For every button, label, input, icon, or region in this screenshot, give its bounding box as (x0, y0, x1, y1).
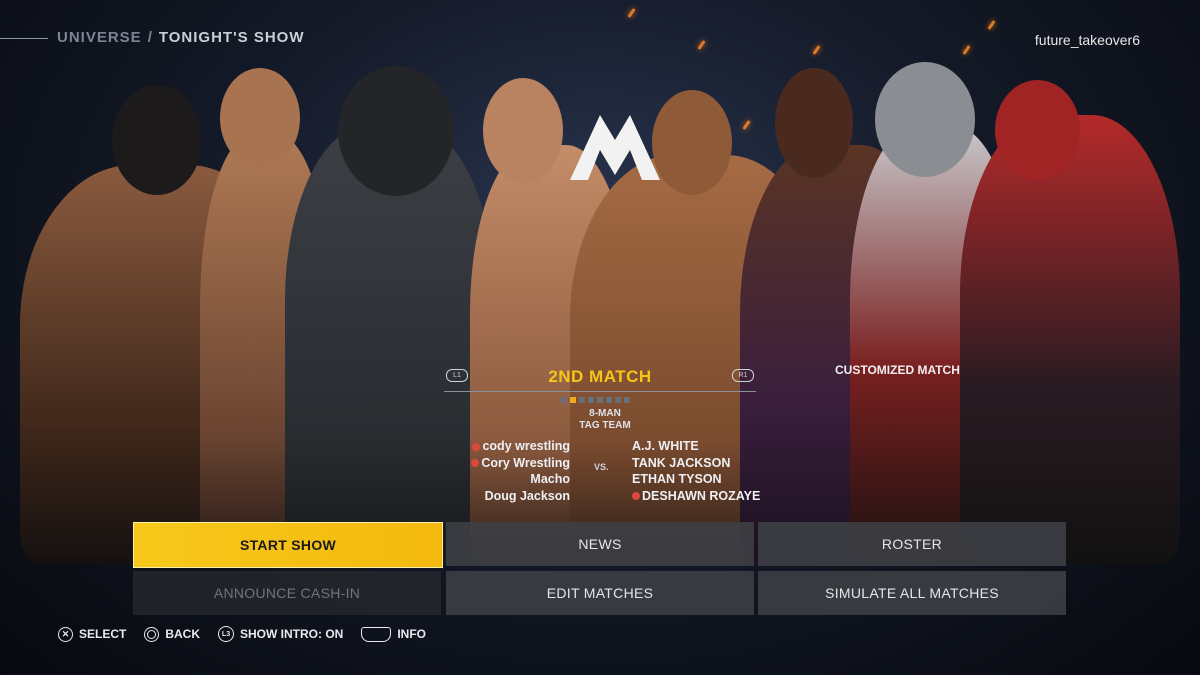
ember (987, 20, 996, 30)
wrestler-4-head (483, 78, 563, 183)
versus-label: VS. (594, 462, 609, 472)
back-hint-label: BACK (165, 627, 201, 641)
back-hint[interactable]: BACK (144, 626, 201, 642)
simulate-all-matches-button[interactable]: SIMULATE ALL MATCHES (758, 571, 1066, 615)
team-right-member: ETHAN TYSON (632, 472, 722, 486)
ember (812, 45, 821, 55)
breadcrumb-separator: / (147, 29, 153, 46)
pager-dot (597, 397, 603, 403)
team-left: cody wrestling Cory Wrestling Macho Doug… (471, 438, 570, 504)
custom-superstar-icon (632, 492, 640, 501)
edit-matches-button[interactable]: EDIT MATCHES (446, 571, 754, 615)
team-right-member: TANK JACKSON (632, 455, 731, 470)
pager-dot (588, 397, 594, 403)
breadcrumb-root: UNIVERSE (57, 29, 142, 46)
team-left-member: Macho (530, 472, 570, 486)
info-hint-label: INFO (397, 627, 427, 641)
breadcrumb-current: TONIGHT'S SHOW (158, 29, 305, 46)
pager-dot-active (570, 397, 576, 403)
customized-match-label: CUSTOMIZED MATCH (835, 363, 960, 377)
match-title: 2ND MATCH (548, 367, 652, 386)
team-left-member: Doug Jackson (484, 488, 570, 503)
match-type-line1: 8-MAN (589, 408, 621, 419)
wrestler-7-head (875, 62, 975, 177)
announce-cash-in-button[interactable]: ANNOUNCE CASH-IN (133, 571, 441, 615)
cross-button-icon: ✕ (58, 626, 73, 642)
team-right-member: A.J. WHITE (632, 439, 699, 453)
circle-button-icon (144, 626, 160, 642)
info-hint[interactable]: INFO (361, 626, 427, 642)
team-left-member: Cory Wrestling (471, 455, 570, 472)
select-hint-label: SELECT (79, 627, 127, 641)
select-hint[interactable]: ✕ SELECT (58, 626, 127, 642)
show-intro-hint[interactable]: L3 SHOW INTRO: ON (218, 626, 343, 642)
pager-dot (579, 397, 585, 403)
pager-dot (561, 397, 567, 403)
wrestler-3-head (338, 66, 454, 196)
r1-bumper-button[interactable]: R1 (732, 369, 754, 382)
controls-footer: ✕ SELECT BACK L3 SHOW INTRO: ON INFO (58, 626, 426, 642)
touchpad-icon (361, 626, 392, 642)
ember (697, 40, 706, 50)
roster-button[interactable]: ROSTER (758, 522, 1066, 566)
show-logo (570, 115, 660, 180)
custom-superstar-icon (472, 442, 481, 451)
team-right-member: DESHAWN ROZAYE (632, 488, 760, 505)
match-type: 8-MAN TAG TEAM (560, 408, 650, 432)
start-show-button[interactable]: START SHOW (133, 522, 443, 568)
wrestler-8-head (995, 80, 1080, 180)
ember (962, 45, 971, 55)
news-button[interactable]: NEWS (446, 522, 754, 566)
ember (627, 8, 636, 18)
wrestler-6-head (775, 68, 853, 178)
wrestler-8 (960, 115, 1180, 565)
team-right: A.J. WHITE TANK JACKSON ETHAN TYSON DESH… (632, 438, 760, 504)
ember (742, 120, 751, 130)
show-intro-label: SHOW INTRO: ON (240, 627, 344, 641)
match-type-line2: TAG TEAM (579, 420, 631, 431)
username: future_takeover6 (1034, 32, 1140, 48)
pager-dot (606, 397, 612, 403)
breadcrumb: UNIVERSE / TONIGHT'S SHOW (57, 29, 304, 46)
wrestler-1-head (112, 85, 202, 195)
team-left-member: cody wrestling (471, 438, 570, 455)
pager-dot (615, 397, 621, 403)
l3-button-icon: L3 (218, 626, 235, 642)
wrestler-2-head (220, 68, 300, 168)
match-header: L1 2ND MATCH R1 (444, 365, 756, 392)
match-pager (561, 397, 630, 403)
header-line (0, 38, 48, 39)
custom-superstar-icon (471, 459, 480, 468)
pager-dot (624, 397, 630, 403)
